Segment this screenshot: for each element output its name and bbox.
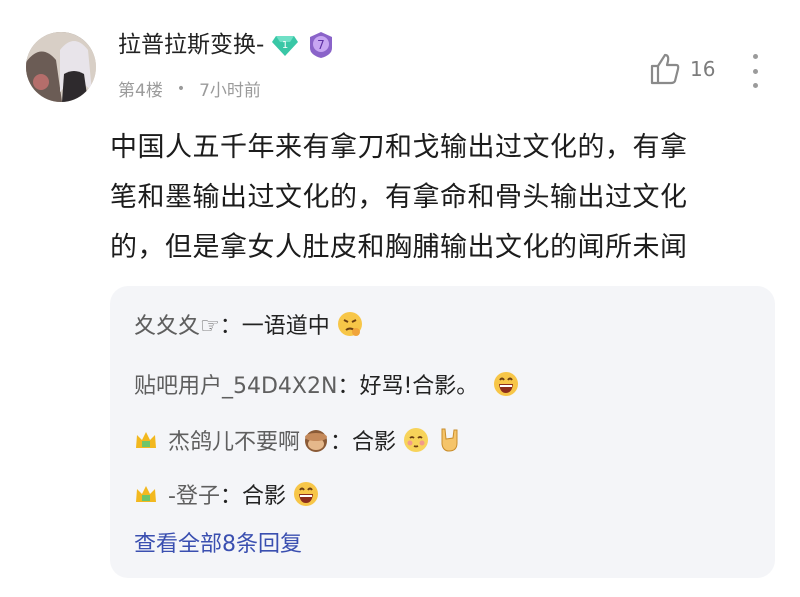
reply-text: 一语道中: [241, 314, 330, 339]
monkey-emoji-icon: [305, 430, 328, 452]
content-line: 中国人五千年来有拿刀和戈输出过文化的，有拿: [110, 132, 688, 163]
reply-item[interactable]: -登子 ： 合影: [134, 478, 320, 510]
gem-badge-icon: 1: [272, 33, 299, 57]
username-row: 拉普拉斯变换- 1 7: [118, 30, 334, 60]
like-button[interactable]: 16: [648, 52, 715, 86]
username[interactable]: 拉普拉斯变换-: [118, 30, 264, 60]
svg-text:7: 7: [317, 38, 325, 52]
crown-icon: [136, 432, 156, 448]
reply-author[interactable]: -登子: [168, 478, 220, 510]
view-all-replies-link[interactable]: 查看全部8条回复: [134, 526, 302, 558]
level-badge-icon: 7: [308, 31, 334, 59]
content-line: 笔和墨输出过文化的，有拿命和骨头输出过文化: [110, 182, 688, 213]
reply-text: 好骂!合影。: [359, 374, 479, 399]
post-content: 中国人五千年来有拿刀和戈输出过文化的，有拿 笔和墨输出过文化的，有拿命和骨头输出…: [110, 123, 770, 273]
grin-emoji-icon: [494, 372, 519, 396]
thinking-emoji-icon: [337, 312, 362, 336]
reply-text: 合影: [241, 484, 286, 509]
like-count: 16: [690, 57, 716, 81]
reply-item[interactable]: 杰鸽儿不要啊 ： 合影: [134, 424, 464, 456]
reply-author[interactable]: 夊夊夊☞: [134, 308, 220, 340]
post-time: 7小时前: [199, 81, 261, 101]
reply-panel: 夊夊夊☞ ： 一语道中 贴吧用户_54D4X2N ： 好骂!合影。 杰鸽儿不要啊: [110, 286, 775, 578]
crown-icon: [136, 486, 156, 502]
content-line: 的，但是拿女人肚皮和胸脯输出文化的闻所未闻: [110, 232, 688, 263]
grin-emoji-icon: [293, 482, 318, 506]
reply-author[interactable]: 贴吧用户_54D4X2N: [134, 368, 337, 400]
svg-text:1: 1: [282, 40, 288, 51]
reply-item[interactable]: 贴吧用户_54D4X2N ： 好骂!合影。: [134, 368, 520, 400]
more-options-icon[interactable]: [745, 54, 765, 88]
rock-hand-icon: [441, 428, 458, 452]
reply-author[interactable]: 杰鸽儿不要啊: [168, 424, 300, 456]
blush-emoji-icon: [404, 428, 429, 452]
reply-item[interactable]: 夊夊夊☞ ： 一语道中: [134, 308, 364, 340]
reply-sep: ：: [330, 430, 353, 455]
floor-label: 第4楼: [118, 81, 163, 101]
thumbs-up-icon: [650, 53, 680, 85]
separator-dot: •: [176, 80, 186, 97]
reply-sep: ：: [337, 374, 360, 399]
post-meta: 第4楼 • 7小时前: [118, 76, 261, 102]
avatar[interactable]: [26, 32, 96, 102]
reply-sep: ：: [219, 314, 242, 339]
reply-sep: ：: [219, 484, 242, 509]
reply-text: 合影: [352, 430, 397, 455]
